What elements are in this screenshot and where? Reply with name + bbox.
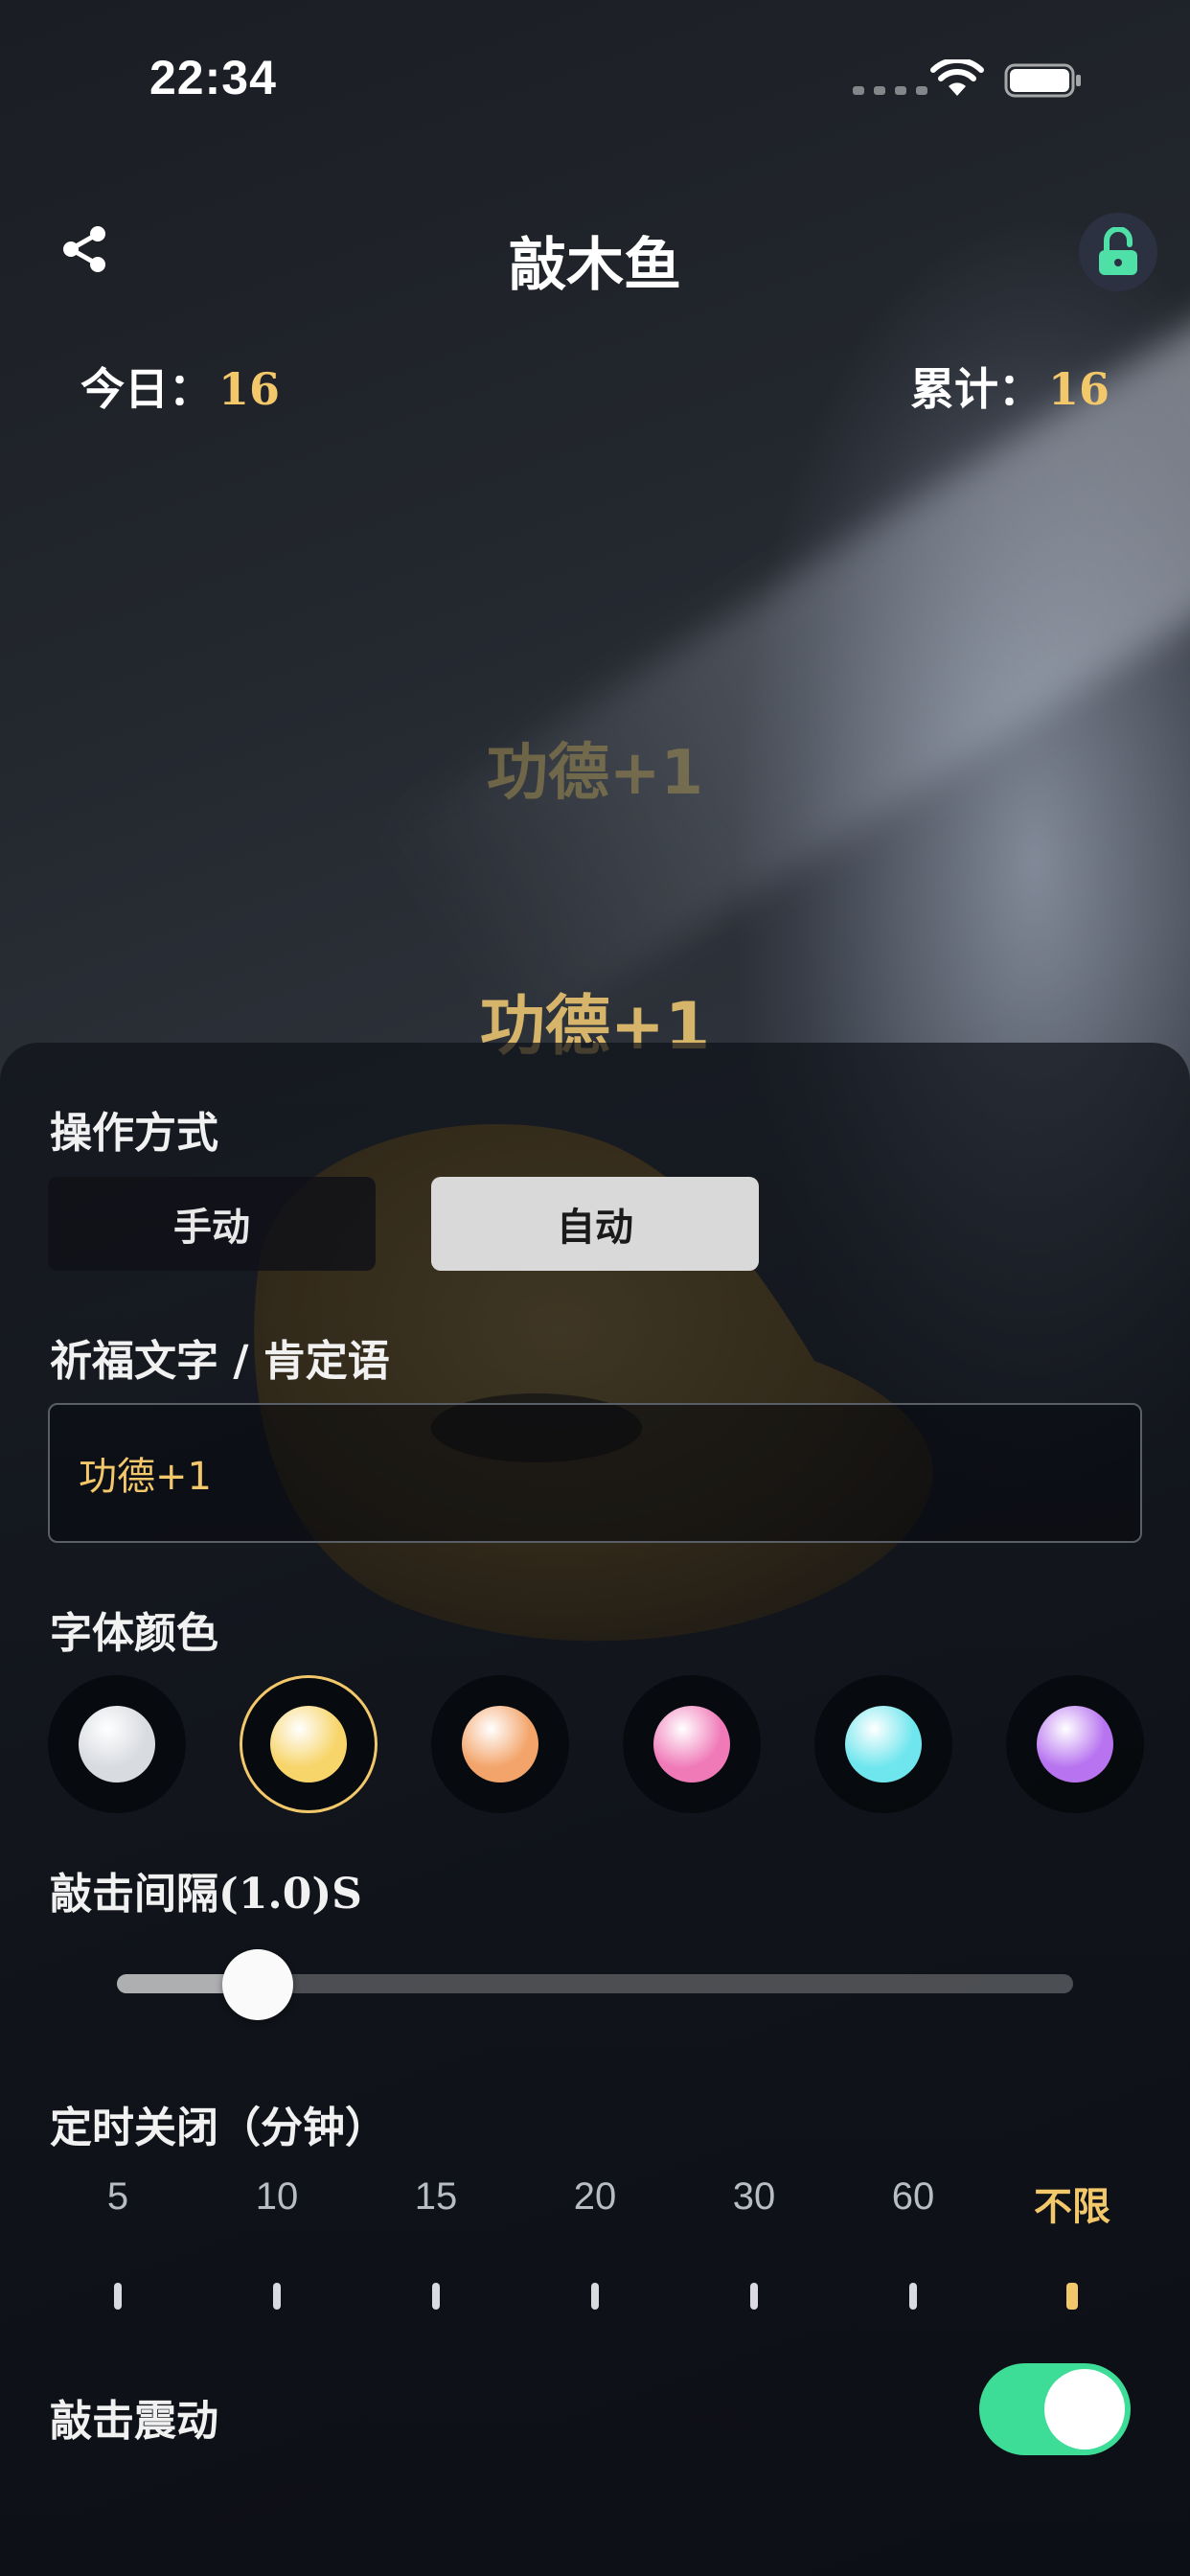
mode-manual-button[interactable]: 手动 — [48, 1177, 376, 1271]
timer-option[interactable]: 5 — [70, 2175, 166, 2219]
timer-tick[interactable] — [909, 2283, 917, 2310]
vibration-toggle[interactable] — [979, 2363, 1131, 2455]
timer-option[interactable]: 10 — [229, 2175, 325, 2219]
blessing-label: 祈福文字 / 肯定语 — [50, 1337, 390, 1386]
timer-tick[interactable] — [114, 2283, 122, 2310]
unlock-icon — [1099, 227, 1137, 275]
color-ball — [845, 1706, 922, 1782]
timer-option[interactable]: 不限 — [1024, 2175, 1120, 2231]
font-color-swatch[interactable] — [623, 1675, 761, 1813]
mode-auto-button[interactable]: 自动 — [431, 1177, 759, 1271]
toggle-knob — [1044, 2369, 1125, 2450]
settings-panel — [0, 1043, 1190, 2576]
timer-tick[interactable] — [1066, 2283, 1078, 2310]
font-color-label: 字体颜色 — [50, 1609, 218, 1658]
battery-icon — [1004, 63, 1081, 98]
timer-tick[interactable] — [591, 2283, 599, 2310]
today-value: 16 — [218, 363, 281, 415]
cellular-signal-icon — [853, 86, 927, 95]
vibration-label: 敲击震动 — [50, 2397, 218, 2446]
timer-option[interactable]: 20 — [547, 2175, 643, 2219]
font-color-swatch[interactable] — [240, 1675, 378, 1813]
timer-tick[interactable] — [432, 2283, 440, 2310]
mode-label: 操作方式 — [50, 1109, 218, 1158]
total-count: 累计： 16 — [910, 355, 1110, 418]
timer-tick[interactable] — [750, 2283, 758, 2310]
timer-option[interactable]: 60 — [865, 2175, 961, 2219]
blessing-text-input[interactable]: 功德+1 — [48, 1403, 1142, 1543]
color-ball — [462, 1706, 538, 1782]
timer-option[interactable]: 30 — [706, 2175, 802, 2219]
color-ball — [79, 1706, 155, 1782]
blessing-text-value: 功德+1 — [79, 1455, 212, 1499]
today-label: 今日： — [80, 363, 213, 415]
font-color-swatch[interactable] — [814, 1675, 952, 1813]
today-count: 今日： 16 — [80, 355, 280, 418]
interval-slider-thumb[interactable] — [222, 1949, 293, 2020]
merit-text-faded: 功德+1 — [486, 738, 704, 809]
color-ball — [1037, 1706, 1113, 1782]
total-value: 16 — [1047, 363, 1110, 415]
timer-label: 定时关闭（分钟） — [50, 2104, 387, 2152]
interval-label: 敲击间隔(1.0)S — [50, 1870, 362, 1919]
status-bar: 22:34 — [0, 0, 1190, 144]
page-title: 敲木鱼 — [509, 232, 681, 299]
timer-tick[interactable] — [273, 2283, 281, 2310]
color-ball — [270, 1706, 347, 1782]
timer-option[interactable]: 15 — [388, 2175, 484, 2219]
font-color-swatch[interactable] — [431, 1675, 569, 1813]
total-label: 累计： — [909, 363, 1042, 415]
lock-button[interactable] — [1079, 213, 1157, 291]
wifi-icon — [930, 59, 984, 96]
font-color-swatch[interactable] — [1006, 1675, 1144, 1813]
color-ball — [653, 1706, 730, 1782]
font-color-swatch[interactable] — [48, 1675, 186, 1813]
status-time: 22:34 — [149, 51, 277, 104]
